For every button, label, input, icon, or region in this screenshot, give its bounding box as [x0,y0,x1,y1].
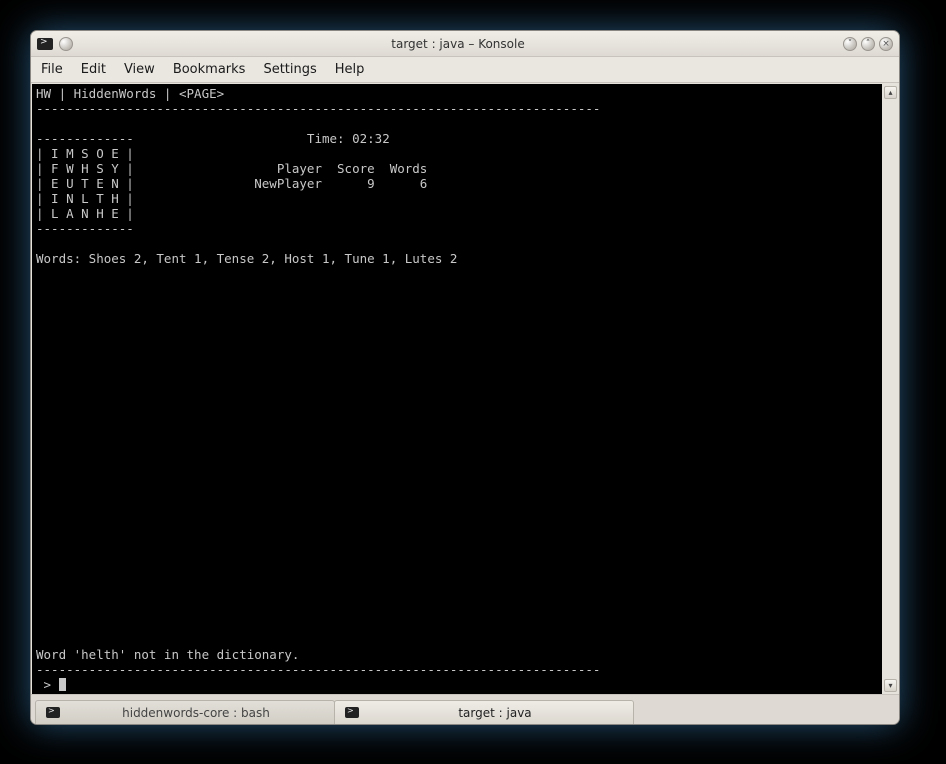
tabbar: hiddenwords-core : bash target : java [31,694,899,724]
window-menu-button[interactable] [59,37,73,51]
terminal-tab-icon [46,707,60,718]
terminal-tab-icon [345,707,359,718]
term-grid-row: | I N L T H | [36,191,134,206]
scroll-down-button[interactable]: ▾ [884,679,897,692]
term-words: Words: Shoes 2, Tent 1, Tense 2, Host 1,… [36,251,457,266]
term-error: Word 'helth' not in the dictionary. [36,647,299,662]
menu-edit[interactable]: Edit [81,62,106,77]
titlebar[interactable]: target : java – Konsole ˅ ˄ × [31,31,899,57]
term-divider: ----------------------------------------… [36,101,600,116]
term-grid-row: | L A N H E | [36,206,134,221]
scrollbar[interactable]: ▴ ▾ [882,84,899,694]
term-grid-row: | E U T E N | NewPlayer 9 6 [36,176,427,191]
window-title: target : java – Konsole [73,37,843,51]
terminal-app-icon [37,38,53,50]
tab-hiddenwords-core[interactable]: hiddenwords-core : bash [35,700,335,724]
menu-file[interactable]: File [41,62,63,77]
tab-label: target : java [367,706,623,720]
scroll-up-button[interactable]: ▴ [884,86,897,99]
term-grid-top: ------------- [36,131,134,146]
maximize-button[interactable]: ˄ [861,37,875,51]
close-button[interactable]: × [879,37,893,51]
term-grid-bottom: ------------- [36,221,134,236]
terminal-container: HW | HiddenWords | <PAGE> --------------… [31,83,899,694]
tab-label: hiddenwords-core : bash [68,706,324,720]
menu-view[interactable]: View [124,62,155,77]
menu-bookmarks[interactable]: Bookmarks [173,62,246,77]
menubar: File Edit View Bookmarks Settings Help [31,57,899,83]
cursor-icon [59,678,66,691]
minimize-button[interactable]: ˅ [843,37,857,51]
terminal-output[interactable]: HW | HiddenWords | <PAGE> --------------… [32,84,882,694]
term-grid-row: | I M S O E | [36,146,134,161]
menu-settings[interactable]: Settings [263,62,316,77]
tab-target-java[interactable]: target : java [334,700,634,724]
term-header: HW | HiddenWords | <PAGE> [36,86,224,101]
konsole-window: target : java – Konsole ˅ ˄ × File Edit … [30,30,900,725]
term-prompt: > [36,677,59,692]
menu-help[interactable]: Help [335,62,365,77]
term-divider: ----------------------------------------… [36,662,600,677]
term-grid-row: | F W H S Y | Player Score Words [36,161,427,176]
term-time: Time: 02:32 [134,131,390,146]
